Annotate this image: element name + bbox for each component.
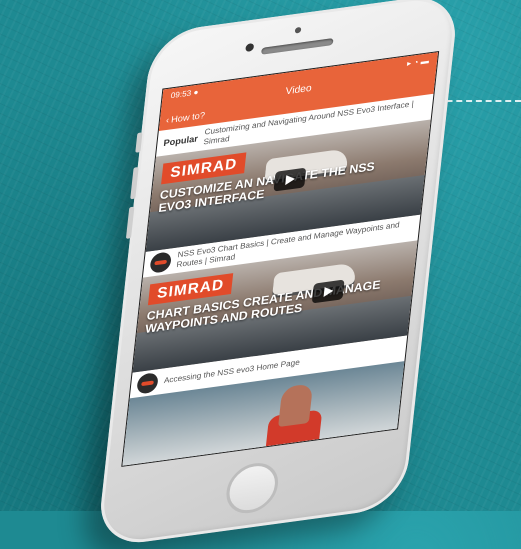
simrad-channel-avatar [136,372,159,395]
simrad-channel-avatar [149,251,172,274]
back-label: How to? [170,110,206,125]
volume-down-button [125,206,135,239]
section-label: Popular [163,133,199,149]
earpiece-speaker [261,38,334,55]
phone-mockup: 09:53 ● ▸ ◔ ▬ Video ‹ How to? Popular Cu… [0,0,521,549]
mute-switch [135,132,143,153]
front-sensor [294,26,302,34]
volume-up-button [130,166,139,200]
phone-body: 09:53 ● ▸ ◔ ▬ Video ‹ How to? Popular Cu… [96,0,460,549]
phone-screen: 09:53 ● ▸ ◔ ▬ Video ‹ How to? Popular Cu… [121,51,440,467]
home-button[interactable] [223,459,281,517]
front-camera [245,42,255,53]
chevron-left-icon: ‹ [165,114,170,126]
presenter-head [278,383,314,428]
